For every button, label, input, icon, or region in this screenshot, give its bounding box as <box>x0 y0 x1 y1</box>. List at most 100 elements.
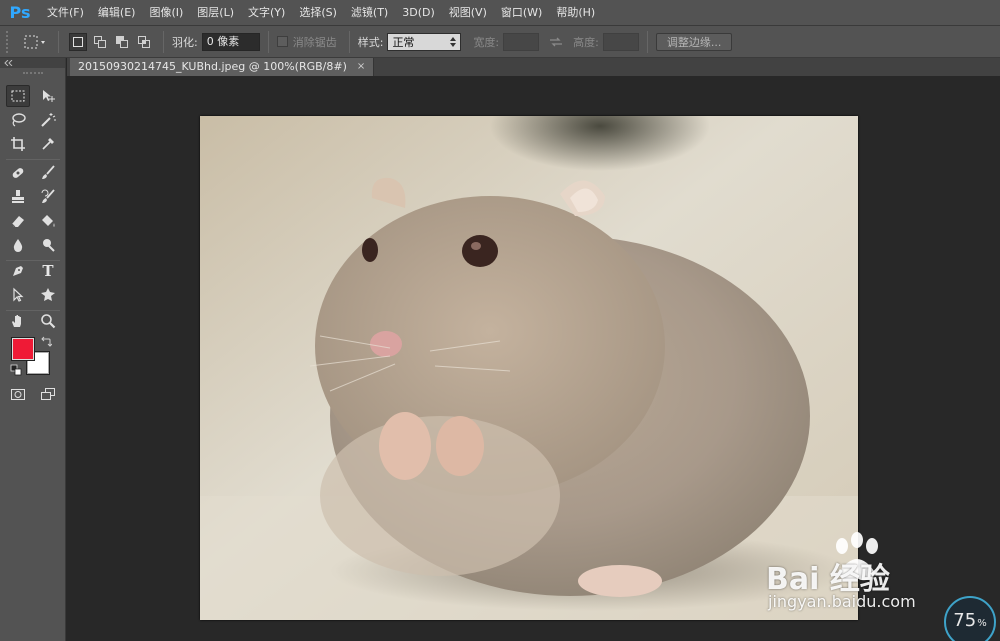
tools-divider <box>6 159 60 160</box>
swap-dimensions-button[interactable] <box>547 33 565 51</box>
menu-type[interactable]: 文字(Y) <box>241 0 292 26</box>
divider <box>267 30 269 53</box>
crop-tool[interactable] <box>6 133 30 155</box>
menu-image[interactable]: 图像(I) <box>142 0 190 26</box>
watermark-url: jingyan.baidu.com <box>768 592 916 611</box>
path-selection-tool[interactable] <box>6 284 30 306</box>
menu-select[interactable]: 选择(S) <box>292 0 344 26</box>
style-select-value: 正常 <box>392 35 415 49</box>
swap-arrows-icon <box>550 37 563 46</box>
hamster-image <box>200 116 858 620</box>
tools-panel-grip[interactable] <box>0 68 65 78</box>
width-input[interactable] <box>503 32 540 51</box>
blur-tool[interactable] <box>6 234 30 256</box>
custom-shape-tool[interactable] <box>36 284 60 306</box>
style-label: 样式: <box>357 35 384 49</box>
tools-panel-header[interactable] <box>0 58 65 68</box>
spot-healing-brush-tool[interactable] <box>6 162 30 184</box>
paint-bucket-tool[interactable] <box>36 210 60 232</box>
add-to-selection-button[interactable] <box>91 33 109 51</box>
antialias-label: 消除锯齿 <box>292 35 337 49</box>
menu-filter[interactable]: 滤镜(T) <box>344 0 395 26</box>
menu-layer[interactable]: 图层(L) <box>190 0 241 26</box>
swap-colors-icon[interactable] <box>40 336 52 348</box>
hand-tool[interactable] <box>6 310 30 332</box>
horizontal-type-tool[interactable]: T <box>36 260 60 282</box>
width-label: 宽度: <box>473 35 500 49</box>
history-brush-tool[interactable] <box>36 186 60 208</box>
menu-view[interactable]: 视图(V) <box>442 0 494 26</box>
brush-tool[interactable] <box>36 162 60 184</box>
clone-stamp-tool[interactable] <box>6 186 30 208</box>
divider <box>58 30 59 53</box>
updown-arrow-icon <box>450 36 457 47</box>
document-tab[interactable]: 20150930214745_KUBhd.jpeg @ 100%(RGB/8#)… <box>70 58 375 76</box>
eyedropper-tool[interactable] <box>36 133 60 155</box>
document-tab-title: 20150930214745_KUBhd.jpeg @ 100%(RGB/8#) <box>78 60 347 73</box>
options-bar: 羽化: 0 像素 消除锯齿 样式: 正常 宽度: 高度: 调整边缘... <box>0 26 1000 58</box>
feather-label: 羽化: <box>172 35 198 49</box>
pen-tool[interactable] <box>6 260 30 282</box>
collapse-arrows-icon <box>4 60 13 66</box>
screen-mode-icon <box>41 388 55 400</box>
marquee-rect-icon <box>24 35 45 48</box>
divider <box>646 30 648 53</box>
options-bar-grip[interactable] <box>6 30 10 53</box>
magic-wand-icon <box>41 113 56 127</box>
menu-window[interactable]: 窗口(W) <box>494 0 549 26</box>
move-tool[interactable] <box>36 85 60 107</box>
dodge-tool[interactable] <box>36 234 60 256</box>
feather-input[interactable]: 0 像素 <box>201 32 260 51</box>
droplet-icon <box>13 239 23 252</box>
bandage-icon <box>12 168 24 178</box>
move-icon <box>43 90 55 102</box>
tools-panel: T <box>0 58 66 641</box>
hand-icon <box>12 315 21 327</box>
lasso-tool[interactable] <box>6 109 30 131</box>
quick-mask-icon <box>11 389 25 400</box>
magic-wand-tool[interactable] <box>36 109 60 131</box>
quick-mask-button[interactable] <box>6 383 30 405</box>
pen-icon <box>13 266 23 276</box>
stamp-icon <box>12 190 24 203</box>
menu-3d[interactable]: 3D(D) <box>395 0 442 26</box>
intersect-selection-button[interactable] <box>135 33 153 51</box>
close-icon[interactable]: × <box>357 58 365 76</box>
document-tab-bar: 20150930214745_KUBhd.jpeg @ 100%(RGB/8#)… <box>67 58 1000 76</box>
style-select[interactable]: 正常 <box>387 32 462 51</box>
shape-icon <box>41 288 55 301</box>
paint-bucket-icon <box>42 215 55 227</box>
history-brush-icon <box>41 189 55 203</box>
new-selection-icon <box>73 36 83 47</box>
foreground-color-swatch[interactable] <box>11 337 35 361</box>
brush-icon <box>42 165 55 179</box>
zoom-tool[interactable] <box>36 310 60 332</box>
eraser-icon <box>11 216 24 228</box>
eraser-tool[interactable] <box>6 210 30 232</box>
path-select-icon <box>13 287 24 302</box>
dodge-icon <box>43 239 55 252</box>
new-selection-button[interactable] <box>69 32 87 51</box>
zoom-value: 75 <box>953 610 977 631</box>
height-label: 高度: <box>573 35 599 49</box>
menu-file[interactable]: 文件(F) <box>40 0 91 26</box>
height-input[interactable] <box>602 32 639 51</box>
intersect-selection-icon <box>138 35 150 48</box>
screen-mode-button[interactable] <box>36 383 60 405</box>
hamster-photo[interactable] <box>200 116 858 620</box>
subtract-selection-icon <box>116 35 128 48</box>
default-colors-icon[interactable] <box>10 364 22 376</box>
antialias-checkbox[interactable] <box>276 36 288 47</box>
subtract-from-selection-button[interactable] <box>113 33 131 51</box>
add-selection-icon <box>94 35 106 48</box>
menu-edit[interactable]: 编辑(E) <box>91 0 143 26</box>
menu-bar: Ps 文件(F) 编辑(E) 图像(I) 图层(L) 文字(Y) 选择(S) 滤… <box>0 0 1000 26</box>
rectangular-marquee-tool[interactable] <box>6 85 30 107</box>
magnifier-icon <box>41 314 56 329</box>
menu-help[interactable]: 帮助(H) <box>549 0 602 26</box>
tool-preset-picker[interactable] <box>22 33 48 51</box>
refine-edge-button[interactable]: 调整边缘... <box>655 32 733 51</box>
type-icon: T <box>42 262 54 280</box>
lasso-icon <box>12 113 26 127</box>
baidu-jingyan-watermark: Bai 经验 jingyan.baidu.com <box>766 532 956 622</box>
